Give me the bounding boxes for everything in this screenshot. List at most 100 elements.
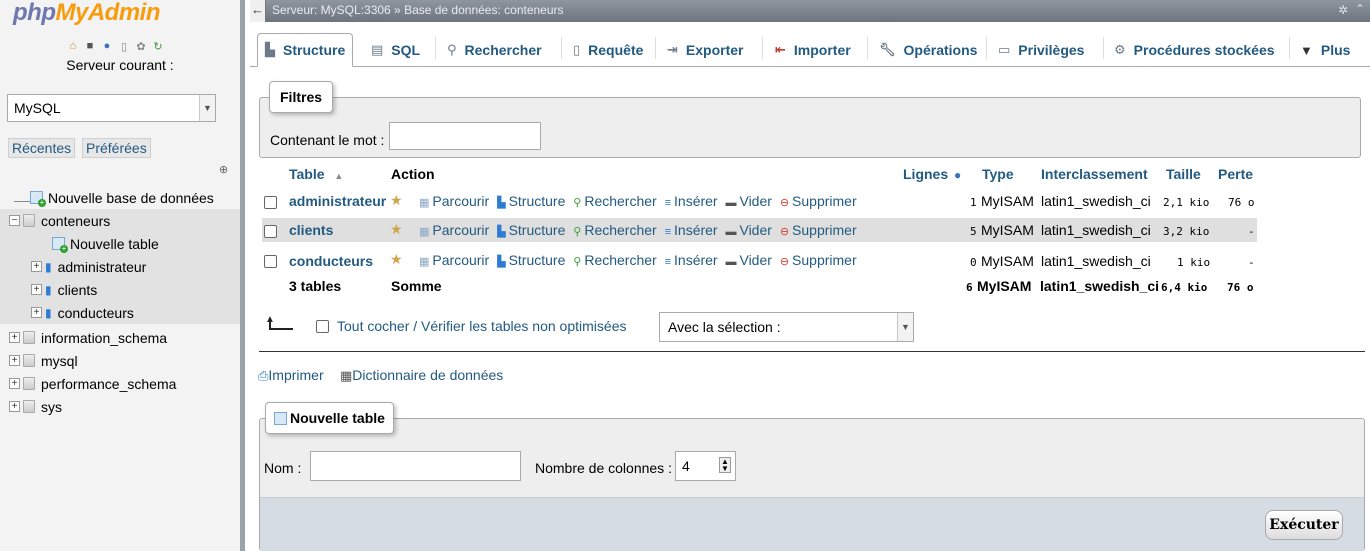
tree-item-conducteurs[interactable]: + ▮ conducteurs bbox=[0, 301, 240, 324]
table-link-administrateur[interactable]: administrateur bbox=[289, 193, 386, 209]
recent-tables-button[interactable]: Récentes bbox=[8, 138, 76, 158]
drop-link[interactable]: Supprimer bbox=[792, 252, 857, 268]
home-icon[interactable]: ⌂ bbox=[66, 39, 80, 53]
with-selection-select[interactable]: Avec la sélection : ▼ bbox=[659, 312, 914, 342]
search-link[interactable]: Rechercher bbox=[584, 252, 656, 268]
drop-link[interactable]: Supprimer bbox=[792, 193, 857, 209]
wrench-icon: 🔧︎ bbox=[879, 42, 896, 57]
favorite-star-icon[interactable]: ★ bbox=[390, 192, 403, 209]
row-checkbox[interactable] bbox=[264, 255, 277, 268]
favorite-star-icon[interactable]: ★ bbox=[390, 221, 403, 238]
tab-search[interactable]: ⚲ Rechercher bbox=[447, 33, 542, 67]
tree-item-information-schema[interactable]: + information_schema bbox=[0, 326, 167, 349]
tab-operations[interactable]: 🔧︎ Opérations bbox=[879, 33, 977, 67]
column-header-table[interactable]: Table ▲ bbox=[289, 166, 343, 182]
structure-link[interactable]: Structure bbox=[509, 252, 566, 268]
spinner-icon[interactable]: ▲ ▼ bbox=[719, 457, 731, 473]
collapse-arrow-icon[interactable]: ⌃ bbox=[1355, 2, 1365, 16]
tree-item-conteneurs[interactable]: − conteneurs bbox=[0, 209, 240, 232]
browse-link[interactable]: Parcourir bbox=[432, 222, 489, 238]
server-select[interactable]: MySQL ▼ bbox=[7, 94, 216, 122]
settings-icon[interactable]: ✿ bbox=[134, 39, 148, 53]
tab-sql[interactable]: ▤ SQL bbox=[371, 33, 420, 67]
insert-link[interactable]: Insérer bbox=[674, 252, 718, 268]
tab-export[interactable]: ⇥ Exporter bbox=[667, 33, 743, 67]
collapse-icon[interactable]: − bbox=[9, 215, 20, 226]
filters-legend: Filtres bbox=[269, 81, 334, 113]
tab-query[interactable]: ▯ Requête bbox=[573, 33, 643, 67]
print-link[interactable]: ⎙Imprimer bbox=[258, 367, 324, 384]
favorite-star-icon[interactable]: ★ bbox=[390, 251, 403, 268]
expand-icon[interactable]: + bbox=[31, 261, 42, 272]
browse-link[interactable]: Parcourir bbox=[432, 193, 489, 209]
engine-type: MyISAM bbox=[981, 253, 1034, 269]
row-actions: ▦ Parcourir ▙ Structure ⚲ Rechercher ≡ Insér… bbox=[419, 252, 857, 268]
expand-icon[interactable]: + bbox=[9, 332, 20, 343]
tree-item-administrateur[interactable]: + ▮ administrateur bbox=[0, 255, 240, 278]
tree-item-new-table[interactable]: Nouvelle table bbox=[0, 232, 240, 255]
column-header-overhead[interactable]: Perte bbox=[1218, 166, 1253, 182]
tree-item-mysql[interactable]: + mysql bbox=[0, 349, 78, 372]
expand-icon[interactable]: + bbox=[31, 284, 42, 295]
expand-icon[interactable]: + bbox=[9, 401, 20, 412]
empty-link[interactable]: Vider bbox=[739, 252, 771, 268]
insert-link[interactable]: Insérer bbox=[674, 222, 718, 238]
column-count-stepper[interactable]: 4 ▲ ▼ bbox=[675, 451, 736, 481]
empty-link[interactable]: Vider bbox=[739, 193, 771, 209]
data-dictionary-link[interactable]: ▦Dictionnaire de données bbox=[340, 367, 503, 384]
total-engine: MyISAM bbox=[977, 278, 1032, 294]
column-header-collation[interactable]: Interclassement bbox=[1041, 166, 1148, 182]
execute-button[interactable]: Exécuter bbox=[1265, 510, 1343, 540]
help-icon[interactable]: ● bbox=[954, 168, 961, 182]
nav-icon-bar: ⌂ ■ ● ▯ ✿ ↻ bbox=[66, 39, 165, 53]
gear-icon[interactable]: ✲ bbox=[1338, 3, 1348, 17]
structure-link[interactable]: Structure bbox=[509, 222, 566, 238]
column-header-size[interactable]: Taille bbox=[1166, 166, 1201, 182]
logout-icon[interactable]: ■ bbox=[83, 39, 97, 53]
column-header-type[interactable]: Type bbox=[982, 166, 1014, 182]
empty-icon: ▬ bbox=[725, 256, 737, 268]
empty-link[interactable]: Vider bbox=[739, 222, 771, 238]
check-all-label[interactable]: Tout cocher / Vérifier les tables non op… bbox=[337, 318, 626, 334]
browse-link[interactable]: Parcourir bbox=[432, 252, 489, 268]
tree-item-clients[interactable]: + ▮ clients bbox=[0, 278, 240, 301]
filter-input[interactable] bbox=[389, 122, 541, 150]
phpmyadmin-logo[interactable]: phpMyAdmin bbox=[13, 0, 160, 26]
tab-privileges[interactable]: ▭ Privilèges bbox=[998, 33, 1084, 67]
expand-icon[interactable]: + bbox=[9, 355, 20, 366]
drop-link[interactable]: Supprimer bbox=[792, 222, 857, 238]
insert-link[interactable]: Insérer bbox=[674, 193, 718, 209]
arrow-up-head-icon: ▲ bbox=[265, 314, 275, 325]
tree-item-performance-schema[interactable]: + performance_schema bbox=[0, 372, 176, 395]
row-checkbox[interactable] bbox=[264, 225, 277, 238]
table-link-clients[interactable]: clients bbox=[289, 222, 333, 238]
expand-icon[interactable]: + bbox=[31, 307, 42, 318]
tab-structure[interactable]: ▙ Structure bbox=[257, 33, 354, 67]
docs-icon[interactable]: ▯ bbox=[117, 39, 131, 53]
row-checkbox[interactable] bbox=[264, 196, 277, 209]
search-icon: ⚲ bbox=[573, 256, 582, 268]
structure-link[interactable]: Structure bbox=[509, 193, 566, 209]
help-icon[interactable]: ● bbox=[100, 39, 114, 53]
favorite-tables-button[interactable]: Préférées bbox=[82, 138, 151, 158]
table-link-conducteurs[interactable]: conducteurs bbox=[289, 253, 373, 269]
link-with-main-panel-icon[interactable]: ⊕ bbox=[219, 163, 228, 176]
back-arrow-icon[interactable]: ← bbox=[250, 0, 266, 22]
drop-icon: ⊖ bbox=[779, 226, 790, 238]
expand-icon[interactable]: + bbox=[9, 378, 20, 389]
empty-icon: ▬ bbox=[725, 197, 737, 209]
table-name-input[interactable] bbox=[310, 451, 521, 481]
search-link[interactable]: Rechercher bbox=[584, 193, 656, 209]
check-all-checkbox[interactable] bbox=[316, 320, 329, 333]
tab-more[interactable]: ▼ Plus bbox=[1300, 33, 1350, 67]
search-link[interactable]: Rechercher bbox=[584, 222, 656, 238]
tree-item-new-database[interactable]: Nouvelle base de données bbox=[30, 186, 214, 209]
reload-icon[interactable]: ↻ bbox=[151, 39, 165, 53]
breadcrumb[interactable]: Serveur: MySQL:3306 » Base de données: c… bbox=[272, 3, 564, 17]
tab-routines[interactable]: ⚙ Procédures stockées bbox=[1114, 33, 1275, 67]
privileges-icon: ▭ bbox=[998, 42, 1011, 57]
column-header-rows[interactable]: Lignes ● bbox=[903, 166, 961, 182]
server-select-value: MySQL bbox=[14, 100, 61, 116]
tree-item-sys[interactable]: + sys bbox=[0, 395, 62, 418]
tab-import[interactable]: ⇤ Importer bbox=[775, 33, 851, 67]
